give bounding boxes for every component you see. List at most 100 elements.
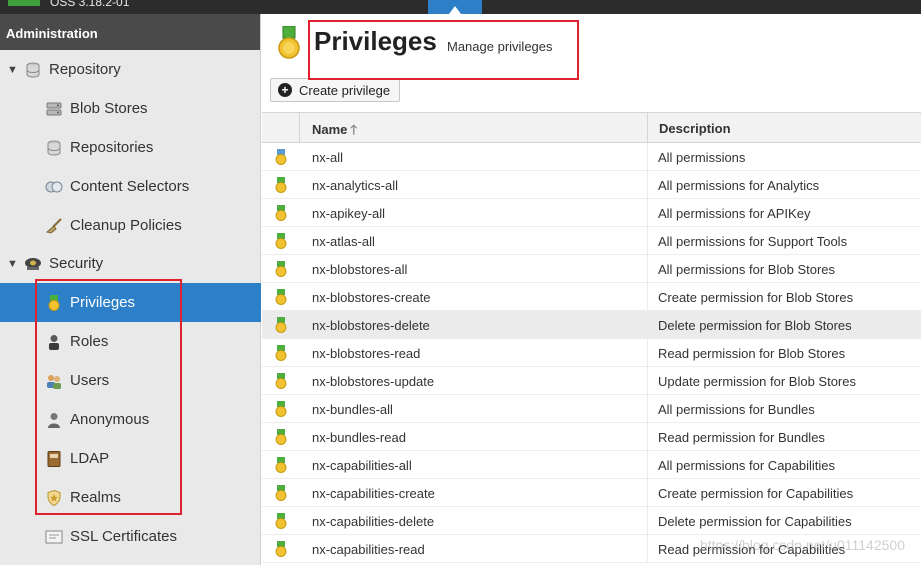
column-divider: [647, 311, 648, 339]
certificate-icon: [45, 528, 63, 546]
column-divider: [647, 199, 648, 227]
table-row[interactable]: nx-all All permissions: [262, 143, 921, 171]
sidebar-item-anonymous[interactable]: Anonymous: [0, 400, 261, 439]
sidebar-item-privileges[interactable]: Privileges: [0, 283, 261, 322]
privilege-name: nx-blobstores-all: [312, 262, 408, 277]
privilege-name: nx-capabilities-read: [312, 542, 425, 557]
privilege-name: nx-capabilities-all: [312, 458, 412, 473]
table-row[interactable]: nx-bundles-all All permissions for Bundle…: [262, 395, 921, 423]
privilege-description: Create permission for Capabilities: [658, 486, 854, 501]
sidebar-item-label: Users: [70, 372, 110, 389]
column-divider: [647, 367, 648, 395]
medal-icon: [275, 177, 287, 193]
privilege-description: All permissions for Capabilities: [658, 458, 836, 473]
sidebar: Administration ▼ Repository Blob Stores …: [0, 14, 261, 565]
name-column-header[interactable]: Name 🡑: [312, 121, 357, 143]
table-row[interactable]: nx-apikey-all All permissions for APIKey: [262, 199, 921, 227]
grid-body: nx-all All permissions nx-analytics-all All…: [262, 143, 921, 563]
column-divider: [647, 535, 648, 563]
database-icon: [45, 139, 63, 157]
table-row[interactable]: nx-blobstores-update Update permission fo…: [262, 367, 921, 395]
privilege-name: nx-blobstores-update: [312, 374, 435, 389]
privilege-name: nx-capabilities-create: [312, 486, 435, 501]
role-icon: [45, 333, 63, 351]
privileges-medal-icon: [278, 26, 300, 59]
table-row[interactable]: nx-blobstores-read Read permission for Bl…: [262, 339, 921, 367]
table-row[interactable]: nx-blobstores-delete Delete permission fo…: [262, 311, 921, 339]
column-divider: [647, 227, 648, 255]
sidebar-group-label: Security: [49, 255, 104, 272]
column-divider: [647, 451, 648, 479]
column-divider: [647, 507, 648, 535]
table-row[interactable]: nx-analytics-all All permissions for Anal…: [262, 171, 921, 199]
privilege-name: nx-blobstores-create: [312, 290, 431, 305]
product-logo[interactable]: [8, 0, 40, 6]
privilege-description: Delete permission for Capabilities: [658, 514, 852, 529]
privilege-description: Delete permission for Blob Stores: [658, 318, 852, 333]
table-row[interactable]: nx-capabilities-delete Delete permission …: [262, 507, 921, 535]
medal-icon: [275, 513, 287, 529]
sidebar-item-label: SSL Certificates: [70, 528, 177, 545]
privilege-description: Read permission for Blob Stores: [658, 346, 846, 361]
users-icon: [45, 372, 63, 390]
main-panel: Privileges Manage privileges + Create pr…: [262, 14, 921, 565]
page-title: Privileges: [314, 26, 437, 56]
medal-icon: [275, 261, 287, 277]
privilege-name: nx-analytics-all: [312, 178, 398, 193]
sidebar-group-repository[interactable]: ▼ Repository: [0, 50, 261, 89]
create-privilege-button[interactable]: + Create privilege: [270, 78, 401, 102]
privilege-name: nx-all: [312, 150, 344, 165]
privilege-description: All permissions: [658, 150, 746, 165]
shield-icon: [45, 489, 63, 507]
privilege-description: Update permission for Blob Stores: [658, 374, 856, 389]
sidebar-item-users[interactable]: Users: [0, 361, 261, 400]
description-column-header[interactable]: Description: [647, 113, 921, 142]
watermark: https://blog.csdn.net/u011142500: [700, 537, 905, 553]
create-privilege-label: Create privilege: [299, 82, 391, 98]
admin-mode-tab[interactable]: [428, 0, 482, 14]
sidebar-item-roles[interactable]: Roles: [0, 322, 261, 361]
anonymous-user-icon: [45, 411, 63, 429]
table-row[interactable]: nx-blobstores-all All permissions for Blo…: [262, 255, 921, 283]
privilege-description: Read permission for Bundles: [658, 430, 825, 445]
medal-icon: [275, 233, 287, 249]
sidebar-item-ssl-certificates[interactable]: SSL Certificates: [0, 517, 261, 556]
grid-header: Name 🡑 Description: [262, 112, 921, 143]
sidebar-item-ldap[interactable]: LDAP: [0, 439, 261, 478]
column-divider: [647, 255, 648, 283]
sidebar-item-content-selectors[interactable]: Content Selectors: [0, 167, 261, 206]
privilege-name: nx-capabilities-delete: [312, 514, 435, 529]
page-subtitle: Manage privileges: [447, 39, 553, 54]
privilege-description: Create permission for Blob Stores: [658, 290, 854, 305]
sidebar-item-realms[interactable]: Realms: [0, 478, 261, 517]
sidebar-item-label: Realms: [70, 489, 121, 506]
privilege-name: nx-blobstores-read: [312, 346, 421, 361]
sidebar-item-label: Anonymous: [70, 411, 150, 428]
privileges-grid: Name 🡑 Description nx-all All permissions n…: [262, 112, 921, 563]
table-row[interactable]: nx-atlas-all All permissions for Support …: [262, 227, 921, 255]
sidebar-group-security[interactable]: ▼ Security: [0, 244, 261, 283]
column-divider: [647, 423, 648, 451]
sidebar-item-label: Repositories: [70, 139, 154, 156]
sidebar-group-label: Repository: [49, 61, 121, 78]
privilege-name: nx-bundles-all: [312, 402, 393, 417]
selector-icon: [45, 178, 63, 196]
table-row[interactable]: nx-capabilities-all All permissions for C…: [262, 451, 921, 479]
sidebar-item-repositories[interactable]: Repositories: [0, 128, 261, 167]
medal-icon: [275, 205, 287, 221]
column-divider: [647, 339, 648, 367]
sidebar-item-label: Roles: [70, 333, 109, 350]
sort-ascending-icon: 🡑: [350, 122, 358, 137]
table-row[interactable]: nx-capabilities-create Create permission …: [262, 479, 921, 507]
medal-icon: [275, 345, 287, 361]
table-row[interactable]: nx-blobstores-create Create permission fo…: [262, 283, 921, 311]
plus-circle-icon: +: [278, 83, 292, 97]
table-row[interactable]: nx-bundles-read Read permission for Bundl…: [262, 423, 921, 451]
sidebar-item-blob-stores[interactable]: Blob Stores: [0, 89, 261, 128]
expand-arrow-icon[interactable]: ▼: [7, 64, 18, 76]
expand-arrow-icon[interactable]: ▼: [7, 258, 18, 270]
top-bar: OSS 3.18.2-01: [0, 0, 921, 14]
sidebar-item-cleanup-policies[interactable]: Cleanup Policies: [0, 206, 261, 245]
column-divider: [647, 171, 648, 199]
privilege-description: All permissions for Blob Stores: [658, 262, 836, 277]
